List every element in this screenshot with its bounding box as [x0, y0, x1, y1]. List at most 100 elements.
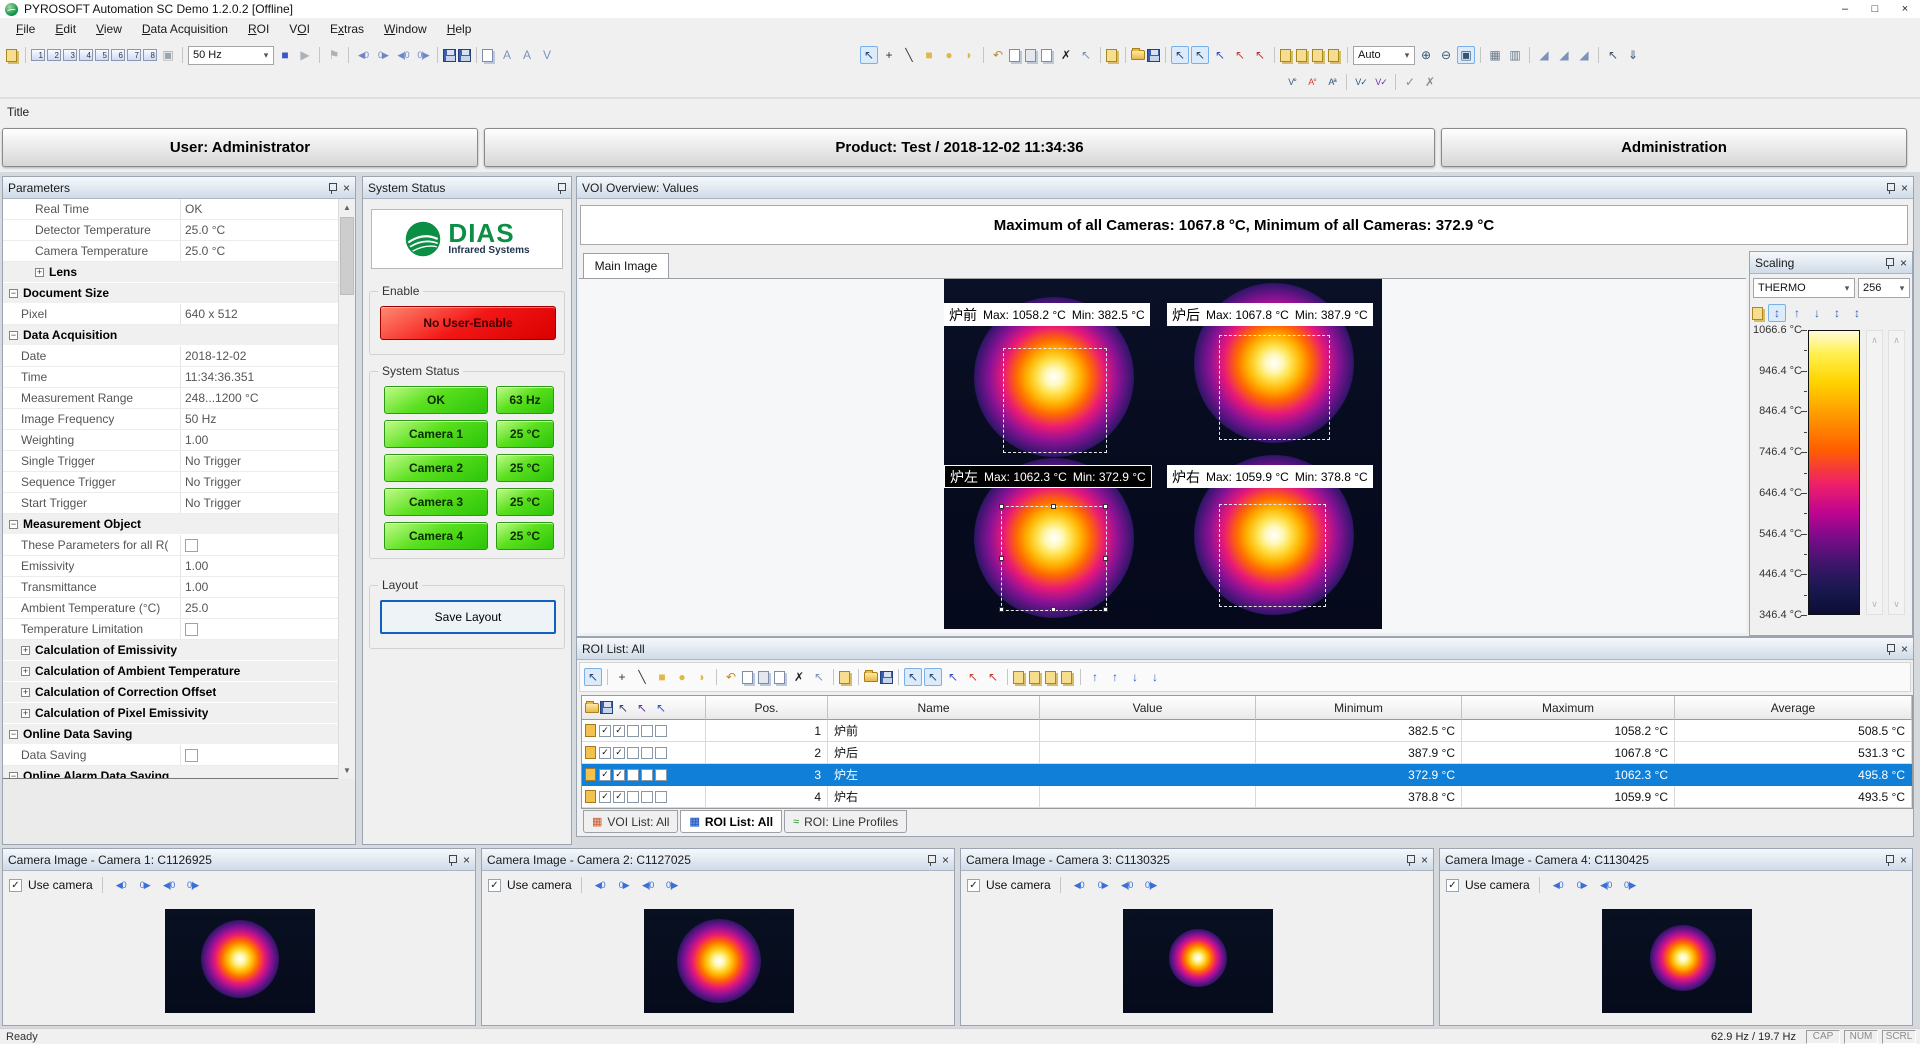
isotherm-1-icon[interactable]: ◢ [1535, 46, 1553, 64]
palette-properties-icon[interactable] [1752, 307, 1763, 320]
roi-checkbox-3[interactable] [627, 725, 639, 737]
report-icon[interactable] [482, 49, 493, 62]
roi-checkbox-4[interactable] [641, 791, 653, 803]
roi-checkbox-2[interactable]: ✓ [613, 747, 625, 759]
roi-mode-del-icon[interactable]: ↖ [984, 668, 1002, 686]
pin-icon[interactable] [1885, 643, 1895, 655]
expand-icon[interactable]: + [21, 646, 30, 655]
parameter-value[interactable]: 248...1200 °C [180, 388, 259, 408]
use-camera-checkbox[interactable]: ✓ [967, 879, 980, 892]
pin-icon[interactable] [556, 182, 566, 194]
roi-handle[interactable] [999, 504, 1004, 509]
roi-copy-icon[interactable] [742, 671, 753, 684]
save-layout-button[interactable]: Save Layout [380, 600, 556, 634]
cam-prev-image-icon[interactable]: ◀|0 [639, 876, 657, 894]
parameter-row-16[interactable]: These Parameters for all R( [3, 535, 338, 556]
cam-first-image-icon[interactable]: ◀0 [1070, 876, 1088, 894]
close-icon[interactable]: × [1900, 854, 1907, 866]
parameter-value[interactable]: 11:34:36.351 [180, 367, 254, 387]
roi-rectangle-2[interactable] [1219, 335, 1330, 440]
roi-handle[interactable] [1103, 556, 1108, 561]
tab-roi-list-all[interactable]: ▦ROI List: All [680, 810, 782, 833]
menu-item-help[interactable]: Help [437, 19, 482, 39]
menu-item-roi[interactable]: ROI [238, 19, 279, 39]
roi-delete-mode-icon[interactable]: ↖ [1251, 46, 1269, 64]
pointer-secondary-icon[interactable]: ↖ [1604, 46, 1622, 64]
table-view-icon[interactable]: ▥ [1506, 46, 1524, 64]
tab-roi-line-profiles[interactable]: ≈ROI: Line Profiles [784, 810, 907, 833]
checkbox[interactable] [185, 623, 198, 636]
parameter-row-20[interactable]: Temperature Limitation [3, 619, 338, 640]
pin-icon[interactable] [926, 854, 936, 866]
zoom-fit-icon[interactable]: ▣ [1457, 46, 1475, 64]
validate-values-icon[interactable]: V✓ [1352, 73, 1370, 91]
parameter-section-21[interactable]: +Calculation of Emissivity [3, 640, 338, 661]
cam-last-image-icon[interactable]: 0▶ [1573, 876, 1591, 894]
stop-icon[interactable]: ■ [276, 46, 294, 64]
roi-rect-tool-icon[interactable]: ■ [920, 46, 938, 64]
camera-thumbnail-3[interactable] [1123, 909, 1273, 1013]
parameter-value[interactable]: No Trigger [180, 451, 241, 471]
move-top-icon[interactable]: ↑ [1086, 668, 1104, 686]
roi-label-2[interactable]: 炉后Max: 1067.8 °CMin: 387.9 °C [1167, 303, 1373, 326]
send-backward-icon[interactable] [1312, 49, 1323, 62]
roi-front-icon[interactable] [1013, 671, 1024, 684]
roi-checkbox-3[interactable] [627, 769, 639, 781]
paste-icon[interactable] [1025, 49, 1036, 62]
layout-window-2-icon[interactable]: 2 [47, 49, 61, 61]
roi-point-icon[interactable]: + [613, 668, 631, 686]
list-open-icon[interactable] [585, 703, 599, 713]
status-button-ok[interactable]: OK [384, 386, 488, 414]
expand-icon[interactable]: + [21, 688, 30, 697]
roi-checkbox-5[interactable] [655, 725, 667, 737]
use-camera-checkbox[interactable]: ✓ [9, 879, 22, 892]
checkbox[interactable] [185, 539, 198, 552]
close-icon[interactable]: × [1901, 643, 1908, 655]
layout-window-7-icon[interactable]: 7 [127, 49, 141, 61]
status-button-camera-3[interactable]: Camera 3 [384, 488, 488, 516]
parameter-value[interactable]: OK [180, 199, 202, 219]
menu-item-voi[interactable]: VOI [279, 19, 320, 39]
roi-handle[interactable] [1051, 607, 1056, 612]
roi-properties-icon[interactable] [839, 671, 850, 684]
parameter-section-4[interactable]: −Document Size [3, 283, 338, 304]
roi-add-icon[interactable]: ↖ [1211, 46, 1229, 64]
isotherm-2-icon[interactable]: ◢ [1555, 46, 1573, 64]
record-save-icon[interactable] [443, 49, 456, 62]
value-label-icon[interactable]: V [538, 46, 556, 64]
pin-icon[interactable] [1405, 854, 1415, 866]
parameter-value[interactable]: 25.0 °C [180, 220, 225, 240]
copy-icon[interactable] [1009, 49, 1020, 62]
roi-handle[interactable] [999, 607, 1004, 612]
roi-checkbox-5[interactable] [655, 791, 667, 803]
roi-polygon-icon[interactable]: ◗ [693, 668, 711, 686]
roi-checkbox-1[interactable]: ✓ [599, 725, 611, 737]
roi-line-tool-icon[interactable]: ╲ [900, 46, 918, 64]
move-up-icon[interactable]: ↑ [1106, 668, 1124, 686]
expand-icon[interactable]: + [21, 709, 30, 718]
cam-next-image-icon[interactable]: 0|▶ [1621, 876, 1639, 894]
roi-polygon-tool-icon[interactable]: ◗ [960, 46, 978, 64]
parameter-row-5[interactable]: Pixel640 x 512 [3, 304, 338, 325]
list-save-icon[interactable] [600, 701, 613, 714]
menu-item-file[interactable]: File [6, 19, 45, 39]
palette-combo[interactable]: THERMO ▾ [1753, 278, 1855, 298]
bring-forward-icon[interactable] [1296, 49, 1307, 62]
roi-paste-icon[interactable] [758, 671, 769, 684]
roi-checkbox-4[interactable] [641, 725, 653, 737]
roi-table-row-4[interactable]: ✓✓4炉右378.8 °C1059.9 °C493.5 °C [582, 786, 1912, 808]
parameter-row-9[interactable]: Measurement Range248...1200 °C [3, 388, 338, 409]
roi-handle[interactable] [1051, 504, 1056, 509]
parameter-value[interactable] [180, 745, 198, 765]
frequency-combo[interactable]: 50 Hz▾ [188, 46, 274, 65]
roi-rectangle-4[interactable] [1219, 504, 1326, 607]
parameter-row-19[interactable]: Ambient Temperature (°C)25.0 [3, 598, 338, 619]
roi-handle[interactable] [999, 556, 1004, 561]
roi-table-column-average[interactable]: Average [1675, 696, 1912, 720]
roi-checkbox-4[interactable] [641, 747, 653, 759]
layout-window-3-icon[interactable]: 3 [63, 49, 77, 61]
chevron-down-icon[interactable]: ▾ [259, 50, 273, 61]
cam-next-image-icon[interactable]: 0|▶ [663, 876, 681, 894]
roi-checkbox-5[interactable] [655, 747, 667, 759]
cam-prev-image-icon[interactable]: ◀|0 [160, 876, 178, 894]
